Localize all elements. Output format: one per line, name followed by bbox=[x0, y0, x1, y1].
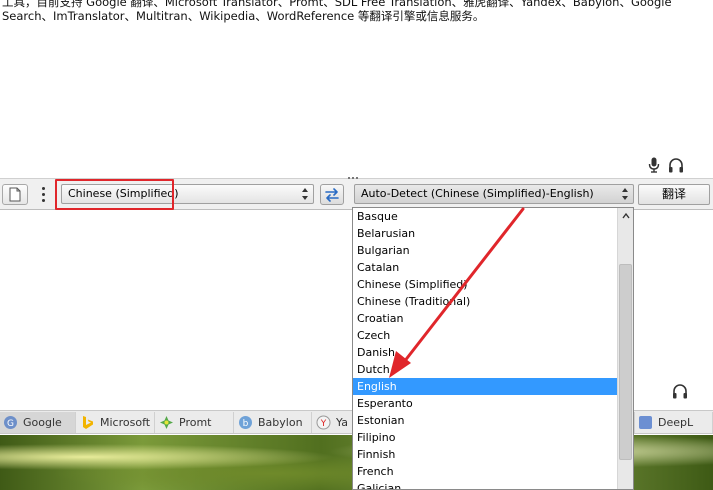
tab-label: Google bbox=[23, 416, 62, 429]
google-icon: G bbox=[4, 416, 17, 429]
svg-text:G: G bbox=[7, 419, 14, 429]
tab-babylon[interactable]: b Babylon bbox=[235, 412, 312, 433]
resize-grip-icon[interactable] bbox=[348, 177, 360, 181]
language-option[interactable]: Finnish bbox=[353, 446, 617, 463]
language-option[interactable]: Croatian bbox=[353, 310, 617, 327]
new-page-button[interactable] bbox=[2, 184, 28, 205]
translate-button[interactable]: 翻译 bbox=[638, 184, 710, 205]
deepl-icon bbox=[639, 416, 652, 429]
language-option[interactable]: Esperanto bbox=[353, 395, 617, 412]
tab-label: Promt bbox=[179, 416, 212, 429]
language-option[interactable]: Chinese (Traditional) bbox=[353, 293, 617, 310]
tab-label: DeepL bbox=[658, 416, 694, 429]
swap-arrows-icon bbox=[325, 187, 339, 202]
scroll-up-arrow-icon[interactable] bbox=[622, 212, 630, 220]
headphones-icon[interactable] bbox=[668, 157, 684, 173]
tab-label: Babylon bbox=[258, 416, 303, 429]
page-icon bbox=[9, 187, 21, 202]
tab-google[interactable]: G Google bbox=[0, 412, 76, 433]
dot-icon bbox=[41, 199, 45, 202]
language-option[interactable]: Bulgarian bbox=[353, 242, 617, 259]
description-line-2: Search、ImTranslator、Multitran、Wikipedia、… bbox=[2, 9, 485, 23]
dot-icon bbox=[41, 193, 45, 196]
source-language-highlight bbox=[55, 179, 174, 210]
tab-deepl[interactable]: DeepL bbox=[634, 412, 713, 433]
voice-controls bbox=[648, 155, 698, 175]
description-text: 工具，目前支持 Google 翻译、Microsoft Translator、P… bbox=[2, 0, 707, 23]
microphone-icon[interactable] bbox=[648, 157, 660, 173]
language-option[interactable]: Galician bbox=[353, 480, 617, 489]
language-option[interactable]: Danish bbox=[353, 344, 617, 361]
tab-promt[interactable]: Promt bbox=[156, 412, 234, 433]
headphones-icon[interactable] bbox=[672, 384, 688, 399]
tab-label: Microsoft bbox=[100, 416, 151, 429]
scrollbar-thumb[interactable] bbox=[619, 264, 632, 460]
tab-yandex[interactable]: Y Ya bbox=[313, 412, 353, 433]
language-option[interactable]: Czech bbox=[353, 327, 617, 344]
yandex-icon: Y bbox=[316, 415, 331, 430]
language-option[interactable]: French bbox=[353, 463, 617, 480]
promt-icon bbox=[160, 416, 173, 429]
language-option[interactable]: Basque bbox=[353, 208, 617, 225]
language-option[interactable]: Chinese (Simplified) bbox=[353, 276, 617, 293]
tab-label: Ya bbox=[336, 416, 348, 429]
svg-text:Y: Y bbox=[320, 419, 327, 429]
dropdown-scrollbar[interactable] bbox=[617, 208, 633, 489]
target-language-value: Auto-Detect (Chinese (Simplified)-Englis… bbox=[361, 187, 594, 200]
more-options-button[interactable] bbox=[38, 185, 48, 204]
dot-icon bbox=[41, 187, 45, 190]
up-down-arrows-icon bbox=[302, 188, 309, 200]
tab-microsoft[interactable]: Microsoft bbox=[77, 412, 155, 433]
swap-languages-button[interactable] bbox=[320, 184, 344, 205]
language-option[interactable]: Filipino bbox=[353, 429, 617, 446]
up-down-arrows-icon bbox=[622, 188, 629, 200]
bing-icon bbox=[83, 416, 93, 429]
target-language-dropdown[interactable]: Basque Belarusian Bulgarian Catalan Chinese … bbox=[352, 207, 634, 490]
svg-text:b: b bbox=[243, 419, 249, 429]
language-option[interactable]: English bbox=[353, 378, 617, 395]
description-line-1: 工具，目前支持 Google 翻译、Microsoft Translator、P… bbox=[2, 0, 672, 9]
language-option[interactable]: Catalan bbox=[353, 259, 617, 276]
language-option[interactable]: Belarusian bbox=[353, 225, 617, 242]
babylon-icon: b bbox=[239, 416, 252, 429]
language-option[interactable]: Estonian bbox=[353, 412, 617, 429]
language-option[interactable]: Dutch bbox=[353, 361, 617, 378]
target-language-select[interactable]: Auto-Detect (Chinese (Simplified)-Englis… bbox=[354, 184, 634, 204]
language-list: Basque Belarusian Bulgarian Catalan Chinese … bbox=[353, 208, 617, 489]
